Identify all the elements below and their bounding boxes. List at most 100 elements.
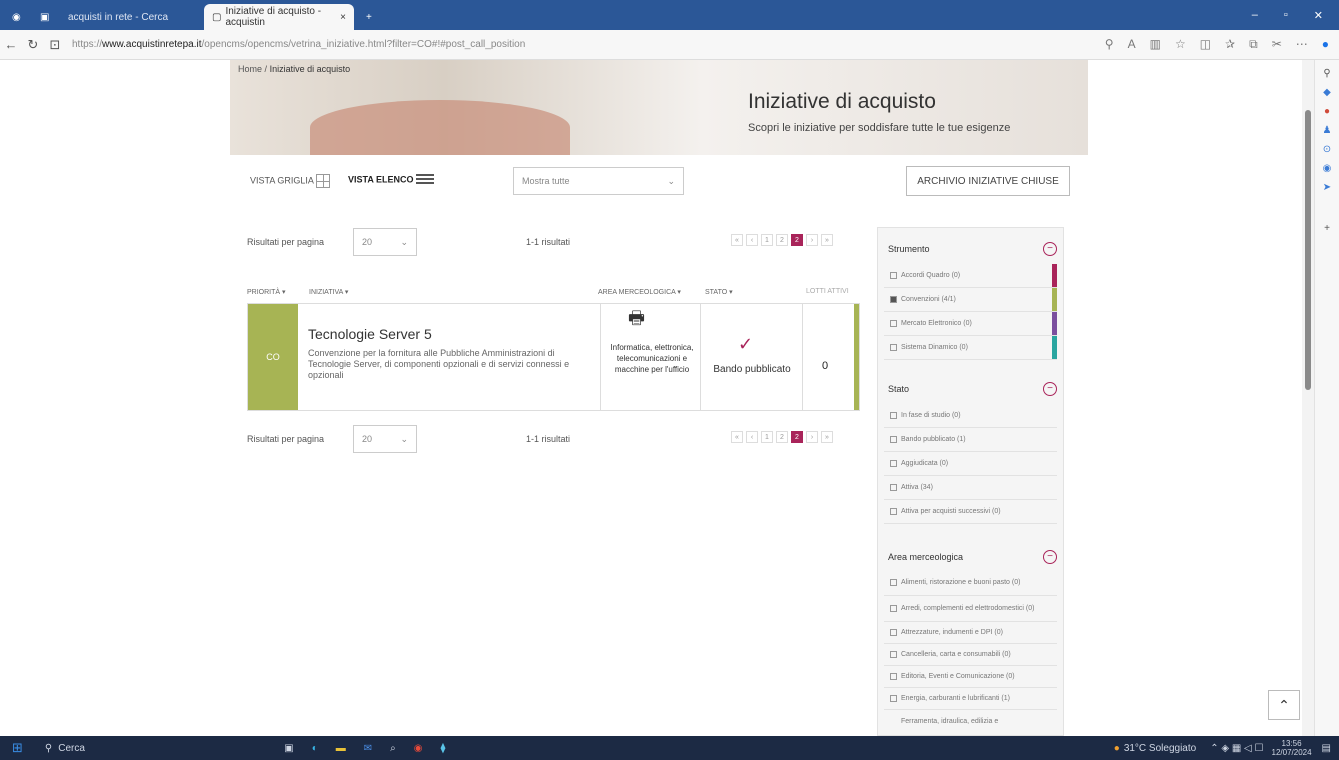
tray-icons[interactable]: ⌃ ◈ ▦ ◁ ☐	[1210, 743, 1263, 754]
checkbox[interactable]	[890, 673, 897, 680]
back-icon[interactable]: ←	[0, 37, 22, 52]
col-status[interactable]: STATO ▾	[705, 288, 733, 296]
checkbox[interactable]	[890, 436, 897, 443]
scrollbar-thumb[interactable]	[1305, 110, 1311, 390]
collapse-stato-icon[interactable]: −	[1043, 382, 1057, 396]
facet-item[interactable]: Cancelleria, carta e consumabili (0)	[884, 644, 1057, 666]
taskbar-mail-icon[interactable]: ✉	[364, 743, 372, 754]
page-first[interactable]: «	[731, 431, 743, 443]
page-1[interactable]: 1	[761, 234, 773, 246]
list-view-toggle[interactable]: VISTA ELENCO	[348, 174, 435, 186]
checkbox[interactable]	[890, 460, 897, 467]
minimize-icon[interactable]: –	[1252, 9, 1258, 22]
notification-icon[interactable]: ▤	[1322, 743, 1331, 754]
checkbox[interactable]	[890, 272, 897, 279]
checkbox[interactable]	[890, 344, 897, 351]
new-tab-button[interactable]: +	[358, 4, 380, 30]
facet-item[interactable]: Energia, carburanti e lubrificanti (1)	[884, 688, 1057, 710]
page-current[interactable]: 2	[791, 234, 803, 246]
page-2[interactable]: 2	[776, 431, 788, 443]
url-field[interactable]: https://www.acquistinretepa.it/opencms/o…	[72, 39, 592, 50]
windows-start-icon[interactable]: ⊞	[12, 740, 23, 756]
checkbox[interactable]	[890, 484, 897, 491]
page-prev[interactable]: ‹	[746, 431, 758, 443]
facet-item[interactable]: Aggiudicata (0)	[884, 452, 1057, 476]
initiative-title[interactable]: Tecnologie Server 5	[308, 326, 432, 342]
page-next[interactable]: ›	[806, 234, 818, 246]
split-screen-icon[interactable]: ◫	[1200, 37, 1211, 52]
profile-icon[interactable]: ◉	[4, 4, 28, 30]
favorite-icon[interactable]: ☆	[1175, 37, 1186, 52]
facet-item[interactable]: Attrezzature, indumenti e DPI (0)	[884, 622, 1057, 644]
refresh-icon[interactable]: ↻	[22, 37, 44, 53]
page-scrollbar[interactable]	[1302, 60, 1314, 736]
per-page-select-top[interactable]: 20 ⌄	[353, 228, 417, 256]
facet-item[interactable]: Mercato Elettronico (0)	[884, 312, 1057, 336]
collapse-strumento-icon[interactable]: −	[1043, 242, 1057, 256]
tab-close-icon[interactable]: ×	[340, 12, 346, 23]
favorites-icon[interactable]: ✰	[1225, 37, 1235, 52]
copilot-icon[interactable]: ●	[1322, 37, 1329, 52]
initiative-card[interactable]: CO Tecnologie Server 5 Convenzione per l…	[247, 303, 860, 411]
sidebar-send-icon[interactable]: ➤	[1315, 182, 1339, 193]
page-current[interactable]: 2	[791, 431, 803, 443]
sidebar-games-icon[interactable]: ◉	[1315, 163, 1339, 174]
taskbar-search-input[interactable]: Cerca	[58, 743, 208, 754]
close-window-icon[interactable]: ✕	[1314, 9, 1323, 22]
tab-actions-icon[interactable]: ▣	[32, 4, 56, 30]
weather-text[interactable]: 31°C Soleggiato	[1124, 743, 1196, 754]
checkbox-checked[interactable]	[890, 296, 897, 303]
checkbox[interactable]	[890, 651, 897, 658]
facet-item[interactable]: Accordi Quadro (0)	[884, 264, 1057, 288]
facet-item[interactable]: In fase di studio (0)	[884, 404, 1057, 428]
more-icon[interactable]: ⋯	[1296, 37, 1308, 52]
taskbar-app-icon[interactable]: ⧫	[440, 743, 445, 754]
checkbox[interactable]	[890, 320, 897, 327]
maximize-icon[interactable]: ▫	[1284, 9, 1288, 22]
taskview-icon[interactable]: ▣	[284, 743, 293, 754]
search-page-icon[interactable]: ⚲	[1105, 37, 1114, 52]
col-initiative[interactable]: INIZIATIVA ▾	[309, 288, 348, 296]
breadcrumb-home[interactable]: Home	[238, 64, 262, 74]
page-last[interactable]: »	[821, 431, 833, 443]
facet-item[interactable]: Ferramenta, idraulica, edilizia e	[884, 710, 1057, 732]
collapse-area-icon[interactable]: −	[1043, 550, 1057, 564]
checkbox[interactable]	[890, 695, 897, 702]
facet-item[interactable]: Attiva (34)	[884, 476, 1057, 500]
sidebar-search-icon[interactable]: ⚲	[1315, 68, 1339, 79]
archive-button[interactable]: ARCHIVIO INIZIATIVE CHIUSE	[906, 166, 1070, 196]
checkbox[interactable]	[890, 629, 897, 636]
grid-view-toggle[interactable]: VISTA GRIGLIA	[250, 174, 330, 188]
tab-search[interactable]: acquisti in rete - Cerca	[60, 4, 200, 30]
read-aloud-icon[interactable]: A	[1128, 37, 1136, 52]
per-page-select-bottom[interactable]: 20 ⌄	[353, 425, 417, 453]
facet-item[interactable]: Sistema Dinamico (0)	[884, 336, 1057, 360]
page-first[interactable]: «	[731, 234, 743, 246]
checkbox[interactable]	[890, 605, 897, 612]
taskbar-chrome-icon[interactable]: ◉	[414, 743, 423, 754]
page-last[interactable]: »	[821, 234, 833, 246]
sidebar-add-icon[interactable]: +	[1315, 223, 1339, 234]
page-prev[interactable]: ‹	[746, 234, 758, 246]
facet-item[interactable]: Bando pubblicato (1)	[884, 428, 1057, 452]
col-area[interactable]: AREA MERCEOLOGICA ▾	[598, 288, 681, 296]
extensions-icon[interactable]: ✂	[1272, 37, 1282, 52]
sidebar-office-icon[interactable]: ⊙	[1315, 144, 1339, 155]
sidebar-tools-icon[interactable]: ●	[1315, 106, 1339, 117]
sidebar-people-icon[interactable]: ♟	[1315, 125, 1339, 136]
split-icon[interactable]: ▥	[1150, 37, 1161, 52]
collections-icon[interactable]: ⧉	[1249, 37, 1258, 52]
facet-item[interactable]: Alimenti, ristorazione e buoni pasto (0)	[884, 570, 1057, 596]
facet-item[interactable]: Attiva per acquisti successivi (0)	[884, 500, 1057, 524]
scroll-top-button[interactable]: ⌃	[1268, 690, 1300, 720]
sidebar-tag-icon[interactable]: ◆	[1315, 87, 1339, 98]
checkbox[interactable]	[890, 579, 897, 586]
tab-iniziative[interactable]: ▢ Iniziative di acquisto - acquistin ×	[204, 4, 354, 30]
checkbox[interactable]	[890, 508, 897, 515]
facet-item[interactable]: Arredi, complementi ed elettrodomestici …	[884, 596, 1057, 622]
page-2[interactable]: 2	[776, 234, 788, 246]
facet-item[interactable]: Convenzioni (4/1)	[884, 288, 1057, 312]
taskbar-edge-icon[interactable]: ◐	[312, 743, 318, 754]
facet-item[interactable]: Editoria, Eventi e Comunicazione (0)	[884, 666, 1057, 688]
checkbox[interactable]	[890, 412, 897, 419]
